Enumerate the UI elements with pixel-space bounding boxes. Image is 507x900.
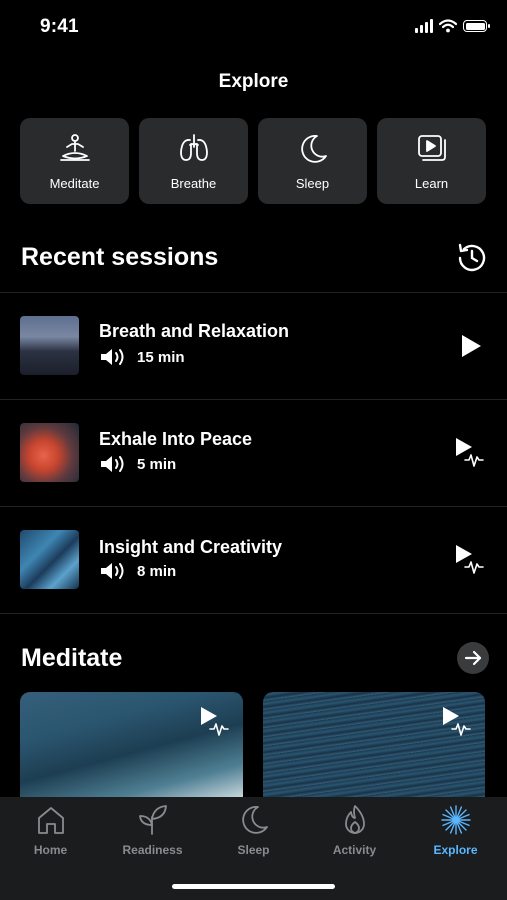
tab-label: Readiness (122, 843, 183, 857)
wifi-icon (439, 19, 457, 33)
arrow-right-icon (464, 650, 482, 666)
status-time: 9:41 (40, 16, 79, 37)
session-duration: 15 min (137, 348, 185, 366)
cellular-signal-icon (415, 19, 433, 33)
category-label: Learn (414, 176, 449, 191)
play-icon[interactable] (453, 328, 485, 362)
play-biofeedback-icon[interactable] (197, 704, 231, 738)
category-label: Meditate (49, 176, 100, 191)
page-title: Explore (218, 71, 289, 92)
lungs-icon (179, 134, 208, 161)
session-title: Breath and Relaxation (99, 321, 290, 341)
session-duration: 8 min (137, 562, 177, 580)
divider (0, 613, 507, 614)
moon-icon (241, 806, 268, 834)
tab-sleep[interactable]: Sleep (203, 803, 304, 857)
session-meta: 15 min (99, 348, 185, 366)
session-row[interactable]: Breath and Relaxation 15 min (0, 292, 507, 399)
tab-label: Sleep (237, 843, 270, 857)
session-duration: 5 min (137, 455, 177, 473)
home-icon (37, 807, 64, 834)
category-label: Sleep (295, 176, 330, 191)
category-sleep[interactable]: Sleep (258, 118, 367, 204)
play-biofeedback-icon[interactable] (453, 542, 485, 576)
tab-activity[interactable]: Activity (304, 803, 405, 857)
history-icon[interactable] (454, 240, 490, 276)
audio-icon (101, 563, 124, 579)
meditate-card[interactable] (20, 692, 243, 797)
meditate-section-title: Meditate (21, 644, 123, 672)
tab-explore[interactable]: Explore (405, 803, 506, 857)
video-library-icon (417, 135, 446, 161)
session-meta: 5 min (99, 455, 176, 473)
battery-icon (463, 20, 490, 32)
see-all-meditate-button[interactable] (457, 642, 489, 674)
session-row[interactable]: Insight and Creativity 8 min (0, 506, 507, 613)
status-icons (415, 19, 490, 33)
category-learn[interactable]: Learn (377, 118, 486, 204)
category-label: Breathe (170, 176, 217, 191)
meditate-icon (59, 134, 90, 161)
session-title: Exhale Into Peace (99, 429, 253, 449)
starburst-icon (440, 805, 471, 835)
category-breathe[interactable]: Breathe (139, 118, 248, 204)
play-biofeedback-icon[interactable] (453, 435, 485, 469)
session-row[interactable]: Exhale Into Peace 5 min (0, 399, 507, 506)
tab-label: Activity (332, 843, 377, 857)
session-title: Insight and Creativity (99, 537, 283, 557)
sprout-icon (138, 805, 167, 835)
session-meta: 8 min (99, 562, 176, 580)
tab-readiness[interactable]: Readiness (102, 803, 203, 857)
tab-label: Home (33, 843, 68, 857)
home-indicator[interactable] (172, 884, 335, 889)
moon-icon (300, 135, 327, 163)
recent-sessions-title: Recent sessions (21, 243, 219, 271)
category-tiles: Meditate Breathe Sleep Learn (20, 118, 486, 204)
audio-icon (101, 349, 124, 365)
flame-icon (344, 805, 365, 834)
session-thumbnail (20, 530, 79, 589)
category-meditate[interactable]: Meditate (20, 118, 129, 204)
session-thumbnail (20, 316, 79, 375)
session-thumbnail (20, 423, 79, 482)
tab-label: Explore (433, 843, 478, 857)
tab-home[interactable]: Home (0, 803, 101, 857)
play-biofeedback-icon[interactable] (439, 704, 473, 738)
meditate-card[interactable] (263, 692, 485, 797)
audio-icon (101, 456, 124, 472)
